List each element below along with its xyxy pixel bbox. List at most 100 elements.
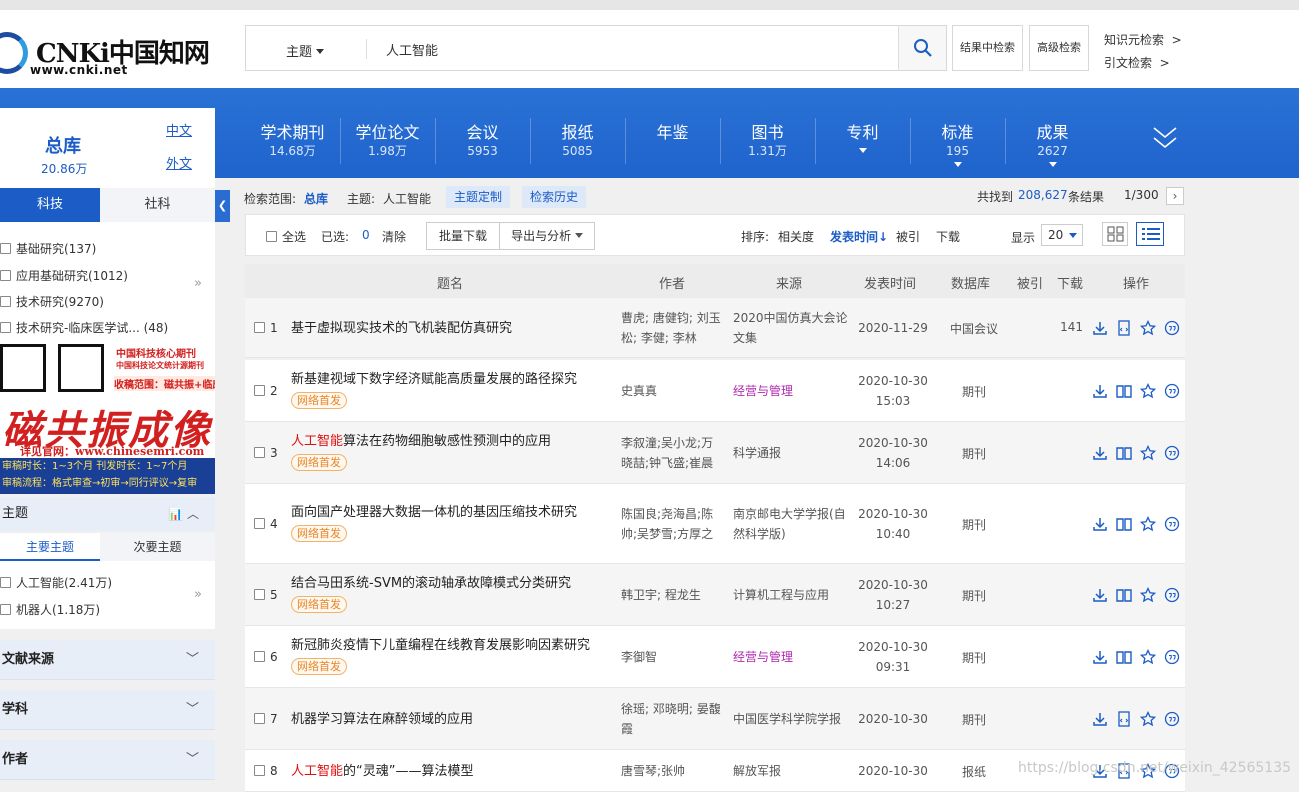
checkbox[interactable] [0,604,11,615]
clear-link[interactable]: 清除 [382,228,406,245]
col-title[interactable]: 题名 [437,273,463,292]
checkbox[interactable] [254,765,265,776]
source-link[interactable]: 中国医学科学院学报 [733,709,849,729]
favorite-star-icon[interactable] [1140,649,1156,665]
row-select[interactable]: 6 [254,650,278,664]
row-select[interactable]: 1 [254,321,278,335]
authors[interactable]: 韩卫宇; 程龙生 [621,585,725,605]
cite-icon[interactable] [1164,587,1180,603]
cite-icon[interactable] [1164,383,1180,399]
cnki-logo[interactable]: CNKi中国知网 www.cnki.net [0,30,210,82]
sort-date[interactable]: 发表时间↓ [830,228,888,245]
sort-cited[interactable]: 被引 [896,228,920,245]
category-tab[interactable]: 会议 5953 [435,122,530,172]
download-icon[interactable] [1092,711,1108,727]
source-link[interactable]: 经营与管理 [733,381,849,401]
sort-relevance[interactable]: 相关度 [778,228,814,245]
checkbox[interactable] [254,651,265,662]
checkbox[interactable] [0,243,11,254]
result-title-link[interactable]: 机器学习算法在麻醉领域的应用 [291,709,616,730]
tab-main-theme[interactable]: 主要主题 [0,533,100,561]
download-icon[interactable] [1092,587,1108,603]
authors[interactable]: 史真真 [621,381,725,401]
category-tab[interactable]: 学位论文 1.98万 [340,122,435,172]
tab-social[interactable]: 社科 [100,188,215,222]
authors[interactable]: 李御智 [621,647,725,667]
select-all[interactable]: 全选 [266,228,306,245]
subject-item[interactable]: 基础研究(137) [0,240,96,257]
checkbox[interactable] [254,322,265,333]
knowledge-search-link[interactable]: 知识元检索 > [1104,29,1182,52]
row-select[interactable]: 5 [254,588,278,602]
cite-icon[interactable] [1164,649,1180,665]
download-icon[interactable] [1092,383,1108,399]
source-filter-header[interactable]: 文献来源 ﹀ [0,640,215,680]
more-subjects-icon[interactable]: » [194,276,202,291]
checkbox[interactable] [254,518,265,529]
journal-ad-banner[interactable]: 中国科技核心期刊 中国科技论文统计源期刊 收稿范围：磁共振+临床 磁共振成像 详… [0,342,215,494]
result-title-link[interactable]: 人工智能的“灵魂”——算法模型 [291,761,616,782]
favorite-star-icon[interactable] [1140,587,1156,603]
sort-downloads[interactable]: 下载 [936,228,960,245]
result-title-link[interactable]: 基于虚拟现实技术的飞机装配仿真研究 [291,318,616,339]
checkbox[interactable] [0,577,11,588]
row-select[interactable]: 4 [254,517,278,531]
row-select[interactable]: 3 [254,446,278,460]
search-input[interactable] [386,36,886,62]
authors[interactable]: 曹虎; 唐健钧; 刘玉松; 李健; 李林 [621,308,725,348]
theme-filter-header[interactable]: 主题 📊 ︿ [0,497,215,531]
checkbox[interactable] [0,270,11,281]
category-tab[interactable]: 成果 2627 [1005,122,1100,172]
favorite-star-icon[interactable] [1140,711,1156,727]
authors[interactable]: 徐瑶; 邓晓明; 晏馥霞 [621,699,725,739]
source-link[interactable]: 计算机工程与应用 [733,585,849,605]
checkbox[interactable] [254,713,265,724]
html-reader-icon[interactable] [1116,711,1132,727]
authors[interactable]: 陈国良;尧海昌;陈帅;吴梦雪;方厚之 [621,504,725,544]
cite-icon[interactable] [1164,320,1180,336]
source-link[interactable]: 经营与管理 [733,647,849,667]
col-cited[interactable]: 被引 [1017,273,1043,292]
subject-item[interactable]: 应用基础研究(1012) [0,267,128,284]
download-icon[interactable] [1092,320,1108,336]
read-online-icon[interactable] [1116,587,1132,603]
chinese-link[interactable]: 中文 [166,120,192,139]
download-icon[interactable] [1092,445,1108,461]
checkbox[interactable] [254,385,265,396]
result-title-link[interactable]: 人工智能算法在药物细胞敏感性预测中的应用 网络首发 [291,431,616,473]
subject-item[interactable]: 技术研究-临床医学试... (48) [0,319,168,336]
category-tab[interactable]: 标准 195 [910,122,1005,172]
search-within-results-button[interactable]: 结果中检索 [952,25,1023,71]
favorite-star-icon[interactable] [1140,320,1156,336]
result-title-link[interactable]: 结合马田系统-SVM的滚动轴承故障模式分类研究 网络首发 [291,573,616,615]
subject-item[interactable]: 技术研究(9270) [0,293,104,310]
advanced-search-button[interactable]: 高级检索 [1029,25,1089,71]
row-select[interactable]: 2 [254,384,278,398]
list-view-button[interactable] [1136,222,1164,246]
row-select[interactable]: 8 [254,764,278,778]
foreign-link[interactable]: 外文 [166,153,192,172]
category-tab[interactable]: 报纸 5085 [530,122,625,172]
download-icon[interactable] [1092,516,1108,532]
checkbox[interactable] [0,296,11,307]
checkbox[interactable] [254,447,265,458]
grid-view-button[interactable] [1102,222,1128,246]
favorite-star-icon[interactable] [1140,445,1156,461]
read-online-icon[interactable] [1116,516,1132,532]
read-online-icon[interactable] [1116,383,1132,399]
zongku-panel[interactable]: 总库 20.86万 中文 外文 [0,108,215,190]
col-downloads[interactable]: 下载 [1057,273,1083,292]
col-date[interactable]: 发表时间 [864,273,916,292]
search-button[interactable] [898,26,946,70]
tab-secondary-theme[interactable]: 次要主题 [100,533,215,561]
page-size-select[interactable]: 20 [1041,224,1083,246]
category-tab[interactable]: 学术期刊 14.68万 [245,122,340,172]
source-link[interactable]: 解放军报 [733,761,849,781]
checkbox[interactable] [254,589,265,600]
cite-icon[interactable] [1164,516,1180,532]
category-tab[interactable]: 图书 1.31万 [720,122,815,172]
source-link[interactable]: 2020中国仿真大会论文集 [733,308,849,348]
citation-search-link[interactable]: 引文检索 > [1104,52,1182,75]
read-online-icon[interactable] [1116,649,1132,665]
expand-categories-icon[interactable] [1152,122,1178,152]
